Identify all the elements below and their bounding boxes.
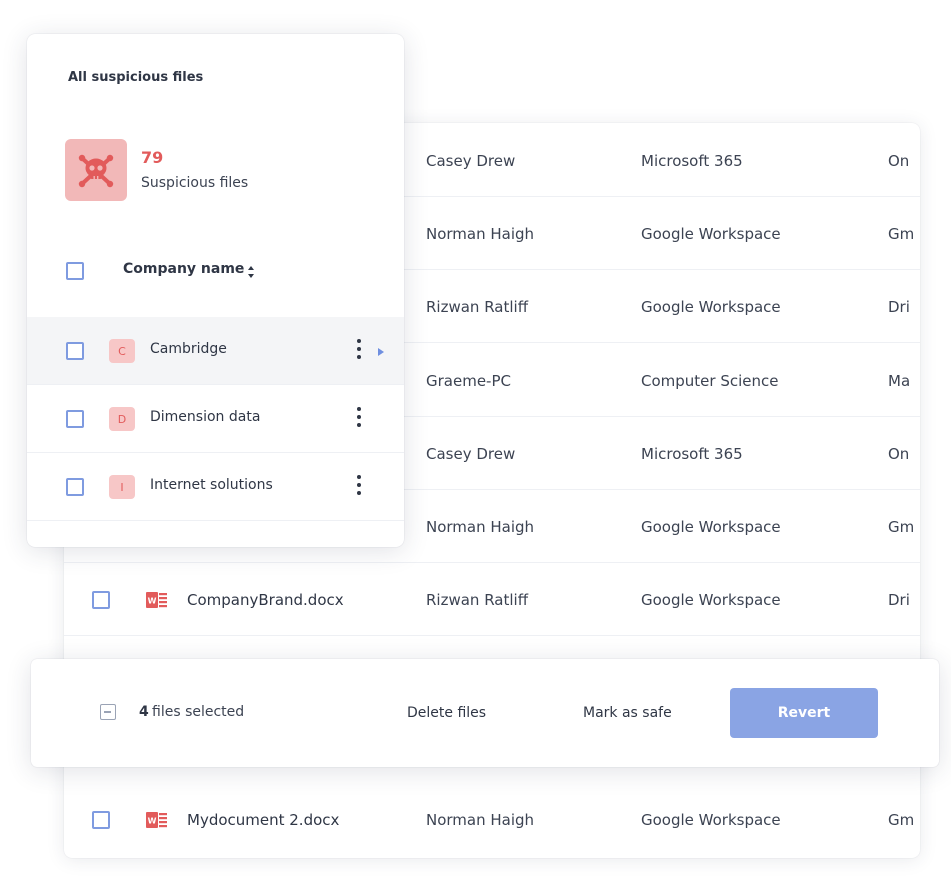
- location-cell: Gm: [888, 811, 915, 829]
- kebab-menu-icon[interactable]: [355, 407, 363, 431]
- table-row[interactable]: W Mydocument 2.docx Norman Haigh Google …: [64, 784, 920, 856]
- company-checkbox[interactable]: [66, 478, 84, 496]
- row-checkbox[interactable]: [92, 591, 110, 609]
- company-letter-badge: I: [109, 475, 135, 499]
- suspicious-count: 79: [141, 148, 164, 167]
- location-cell: Gm: [888, 225, 915, 243]
- word-document-icon: W: [146, 784, 168, 856]
- source-cell: Computer Science: [641, 372, 779, 390]
- row-checkbox-cell: [92, 564, 110, 636]
- bulk-action-bar: 4 files selected Delete files Mark as sa…: [31, 659, 939, 767]
- location-cell: On: [888, 152, 910, 170]
- skull-crossbones-icon: [65, 139, 127, 201]
- row-checkbox-cell: [92, 784, 110, 856]
- source-cell: Google Workspace: [641, 225, 781, 243]
- select-all-checkbox[interactable]: [66, 262, 84, 280]
- selected-count: 4: [139, 704, 149, 720]
- company-letter-badge: C: [109, 339, 135, 363]
- source-cell: Google Workspace: [641, 518, 781, 536]
- file-name[interactable]: Mydocument 2.docx: [187, 784, 339, 856]
- row-checkbox[interactable]: [92, 811, 110, 829]
- owner-cell: Norman Haigh: [426, 811, 535, 829]
- revert-button[interactable]: Revert: [730, 688, 878, 738]
- company-name: Cambridge: [150, 341, 227, 357]
- source-cell: Google Workspace: [641, 811, 781, 829]
- owner-cell: Norman Haigh: [426, 518, 535, 536]
- company-checkbox[interactable]: [66, 342, 84, 360]
- company-checkbox[interactable]: [66, 410, 84, 428]
- word-document-icon: W: [146, 564, 168, 636]
- table-row[interactable]: W CompanyBrand.docx Rizwan Ratliff Googl…: [64, 564, 920, 636]
- svg-text:W: W: [148, 597, 157, 606]
- mark-as-safe-button[interactable]: Mark as safe: [583, 705, 672, 721]
- sort-icon[interactable]: [247, 264, 255, 278]
- owner-cell: Graeme-PC: [426, 372, 511, 390]
- suspicious-files-panel: All suspicious files 79 Suspicious files…: [27, 34, 404, 547]
- suspicious-count-label: Suspicious files: [141, 175, 249, 191]
- owner-cell: Casey Drew: [426, 445, 516, 463]
- location-cell: Dri: [888, 298, 910, 316]
- source-cell: Microsoft 365: [641, 152, 743, 170]
- company-item-dimension-data[interactable]: D Dimension data: [27, 385, 404, 453]
- location-cell: Dri: [888, 591, 910, 609]
- owner-cell: Norman Haigh: [426, 225, 535, 243]
- owner-cell: Rizwan Ratliff: [426, 298, 529, 316]
- owner-cell: Rizwan Ratliff: [426, 591, 529, 609]
- company-name-header[interactable]: Company name: [123, 261, 244, 277]
- selected-text: files selected: [152, 704, 245, 720]
- location-cell: Ma: [888, 372, 911, 390]
- company-item-cambridge[interactable]: C Cambridge: [27, 317, 404, 385]
- file-name[interactable]: CompanyBrand.docx: [187, 564, 344, 636]
- kebab-menu-icon[interactable]: [355, 475, 363, 499]
- company-column-header: Company name: [27, 252, 404, 288]
- company-name: Dimension data: [150, 409, 261, 425]
- owner-cell: Casey Drew: [426, 152, 516, 170]
- delete-files-button[interactable]: Delete files: [407, 705, 486, 721]
- company-item-internet-solutions[interactable]: I Internet solutions: [27, 453, 404, 521]
- caret-right-icon: [378, 348, 384, 356]
- location-cell: On: [888, 445, 910, 463]
- source-cell: Google Workspace: [641, 591, 781, 609]
- deselect-checkbox[interactable]: [100, 704, 116, 720]
- panel-title: All suspicious files: [68, 70, 204, 85]
- company-name: Internet solutions: [150, 477, 273, 493]
- kebab-menu-icon[interactable]: [355, 339, 363, 363]
- source-cell: Google Workspace: [641, 298, 781, 316]
- location-cell: Gm: [888, 518, 915, 536]
- company-letter-badge: D: [109, 407, 135, 431]
- source-cell: Microsoft 365: [641, 445, 743, 463]
- svg-text:W: W: [148, 817, 157, 826]
